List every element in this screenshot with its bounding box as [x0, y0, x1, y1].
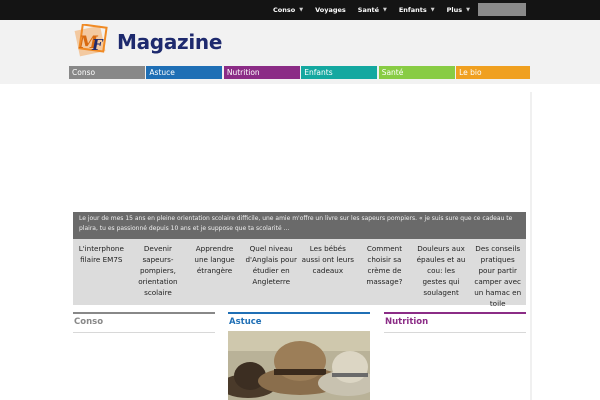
- content-divider: [530, 92, 532, 400]
- slider-thumb[interactable]: Les bébés aussi ont leurs cadeaux: [300, 239, 357, 305]
- topnav-label: Voyages: [315, 6, 346, 14]
- hats-photo-icon: [228, 331, 370, 400]
- section-nutrition: Nutrition: [384, 312, 526, 400]
- topnav-item-enfants[interactable]: Enfants ▼: [399, 6, 435, 14]
- section-color-bar: [228, 312, 370, 314]
- section-divider: [73, 332, 215, 333]
- slider-thumb[interactable]: Apprendre une langue étrangère: [186, 239, 243, 305]
- section-color-bar: [73, 312, 215, 314]
- section-title[interactable]: Conso: [73, 317, 215, 330]
- magazine-logo-icon[interactable]: M F: [74, 24, 114, 58]
- slider-caption[interactable]: Le jour de mes 15 ans en pleine orientat…: [73, 212, 526, 239]
- topnav-item-voyages[interactable]: Voyages: [315, 6, 346, 14]
- topnav-label: Conso: [273, 6, 296, 14]
- section-title[interactable]: Astuce: [228, 317, 370, 330]
- section-astuce: Astuce: [228, 312, 370, 400]
- topnav-item-plus[interactable]: Plus ▼: [447, 6, 470, 14]
- slider-thumb[interactable]: Devenir sapeurs-pompiers, orientation sc…: [130, 239, 187, 305]
- topnav-item-conso[interactable]: Conso ▼: [273, 6, 303, 14]
- slider-thumb[interactable]: Douleurs aux épaules et au cou: les gest…: [413, 239, 470, 305]
- slider-thumbnails: L'interphone filaire EM7S Devenir sapeur…: [73, 239, 526, 308]
- slider-thumb[interactable]: Comment choisir sa crème de massage?: [356, 239, 413, 305]
- search-input[interactable]: [478, 3, 526, 16]
- chevron-down-icon: ▼: [382, 7, 387, 13]
- category-sante[interactable]: Santé: [378, 66, 455, 79]
- topnav-label: Plus: [446, 6, 463, 14]
- topnav-item-sante[interactable]: Santé ▼: [358, 6, 387, 14]
- section-conso: Conso: [73, 312, 215, 400]
- section-divider: [384, 332, 526, 333]
- category-astuce[interactable]: Astuce: [146, 66, 223, 79]
- category-le-bio[interactable]: Le bio: [456, 66, 531, 79]
- svg-text:F: F: [91, 36, 104, 54]
- slider-thumb[interactable]: Quel niveau d'Anglais pour étudier en An…: [243, 239, 300, 305]
- category-nutrition[interactable]: Nutrition: [223, 66, 300, 79]
- section-color-bar: [384, 312, 526, 314]
- section-title[interactable]: Nutrition: [384, 317, 526, 330]
- category-enfants[interactable]: Enfants: [301, 66, 378, 79]
- category-conso[interactable]: Conso: [69, 66, 145, 79]
- slider-thumb[interactable]: L'interphone filaire EM7S: [73, 239, 130, 305]
- article-photo[interactable]: [228, 331, 370, 400]
- topnav-label: Enfants: [398, 6, 427, 14]
- chevron-down-icon: ▼: [299, 7, 304, 13]
- topnav-label: Santé: [357, 6, 379, 14]
- top-nav: Conso ▼ Voyages Santé ▼ Enfants ▼ Plus ▼: [273, 0, 482, 20]
- chevron-down-icon: ▼: [466, 7, 470, 13]
- chevron-down-icon: ▼: [430, 7, 435, 13]
- category-bar: Conso Astuce Nutrition Enfants Santé Le …: [69, 66, 531, 79]
- slider-thumb[interactable]: Des conseils pratiques pour partir campe…: [469, 239, 526, 308]
- logo-text[interactable]: Magazine: [117, 30, 222, 54]
